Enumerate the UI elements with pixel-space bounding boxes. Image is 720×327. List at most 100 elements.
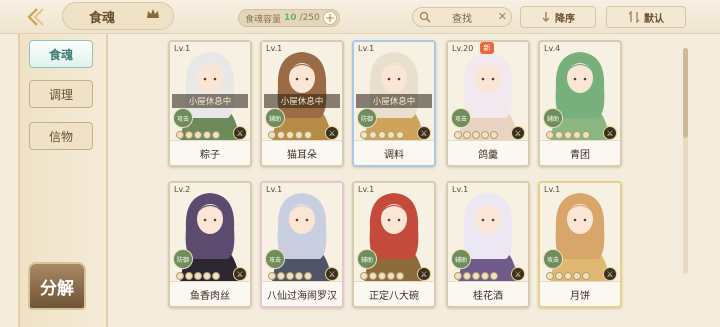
weapon-icon: ⚔ <box>233 126 247 140</box>
status-label: 小屋休息中 <box>172 94 248 108</box>
character-name: 猫耳朵 <box>262 140 342 165</box>
capacity-display: 食魂容量 10 /250 + <box>238 9 340 27</box>
weapon-icon: ⚔ <box>511 126 525 140</box>
star-icon <box>185 272 193 280</box>
star-icon <box>463 272 471 280</box>
star-icon <box>387 272 395 280</box>
role-icon: 辅助 <box>543 108 563 128</box>
card-level: Lv.1 <box>358 185 375 194</box>
default-sort-button[interactable]: 默认 <box>606 6 686 28</box>
card-level: Lv.1 <box>544 185 561 194</box>
star-icon <box>212 131 220 139</box>
status-label: 小屋休息中 <box>264 94 340 108</box>
star-icon <box>396 131 404 139</box>
character-card[interactable]: Lv.1 小屋休息中 防御 ⚔ 调料 <box>352 40 436 167</box>
star-icon <box>304 131 312 139</box>
star-icon <box>360 131 368 139</box>
star-icon <box>268 131 276 139</box>
scrollbar-thumb[interactable] <box>683 48 688 138</box>
back-button[interactable] <box>8 2 68 32</box>
tab-conditioning[interactable]: 调理 <box>29 80 93 108</box>
character-card[interactable]: Lv.4 辅助 ⚔ 青团 <box>538 40 622 167</box>
search-icon <box>419 11 431 23</box>
star-rating <box>360 272 404 280</box>
clear-icon[interactable]: ✕ <box>498 10 507 23</box>
star-icon <box>277 272 285 280</box>
star-rating <box>360 131 404 139</box>
status-label: 小屋休息中 <box>356 94 432 108</box>
character-card[interactable]: Lv.1 辅助 ⚔ 正定八大碗 <box>352 181 436 308</box>
scrollbar[interactable] <box>683 48 688 274</box>
top-bar: 食魂 食魂容量 10 /250 + 查找 ✕ 降序 默认 <box>0 0 720 34</box>
star-icon <box>268 272 276 280</box>
character-name: 八仙过海闹罗汉 <box>262 281 342 306</box>
search-box[interactable]: 查找 ✕ <box>412 7 512 27</box>
decompose-button[interactable]: 分解 <box>28 262 86 310</box>
card-level: Lv.20 <box>452 44 474 53</box>
star-rating <box>546 272 590 280</box>
role-icon: 防御 <box>173 249 193 269</box>
star-icon <box>212 272 220 280</box>
star-rating <box>454 272 498 280</box>
character-card[interactable]: Lv.2 防御 ⚔ 鱼香肉丝 <box>168 181 252 308</box>
star-icon <box>194 131 202 139</box>
star-icon <box>286 272 294 280</box>
character-name: 鱼香肉丝 <box>170 281 250 306</box>
star-icon <box>396 272 404 280</box>
star-rating <box>268 272 312 280</box>
star-icon <box>203 272 211 280</box>
weapon-icon: ⚔ <box>603 267 617 281</box>
star-icon <box>203 131 211 139</box>
star-icon <box>378 131 386 139</box>
role-icon: 防御 <box>357 108 377 128</box>
star-icon <box>387 131 395 139</box>
capacity-label: 食魂容量 <box>245 14 282 25</box>
star-icon <box>564 272 572 280</box>
weapon-icon: ⚔ <box>325 267 339 281</box>
star-rating <box>454 131 498 139</box>
role-icon: 攻击 <box>543 249 563 269</box>
character-name: 鸽羹 <box>448 140 528 165</box>
card-level: Lv.1 <box>452 185 469 194</box>
star-icon <box>582 272 590 280</box>
star-rating <box>176 272 220 280</box>
star-icon <box>555 272 563 280</box>
star-icon <box>194 272 202 280</box>
star-icon <box>555 131 563 139</box>
sort-label: 降序 <box>555 13 575 25</box>
character-card[interactable]: Lv.20 新攻击 ⚔ 鸽羹 <box>446 40 530 167</box>
star-icon <box>369 131 377 139</box>
star-rating <box>176 131 220 139</box>
weapon-icon: ⚔ <box>233 267 247 281</box>
crown-icon[interactable] <box>146 8 160 20</box>
star-icon <box>472 272 480 280</box>
star-icon <box>472 131 480 139</box>
star-rating <box>546 131 590 139</box>
star-icon <box>564 131 572 139</box>
star-icon <box>546 272 554 280</box>
weapon-icon: ⚔ <box>511 267 525 281</box>
card-level: Lv.2 <box>174 185 191 194</box>
sort-order-button[interactable]: 降序 <box>520 6 596 28</box>
character-card[interactable]: Lv.1 辅助 ⚔ 桂花酒 <box>446 181 530 308</box>
tab-tokens[interactable]: 信物 <box>29 122 93 150</box>
character-card[interactable]: Lv.1 小屋休息中 攻击 ⚔ 粽子 <box>168 40 252 167</box>
character-name: 青团 <box>540 140 620 165</box>
add-capacity-button[interactable]: + <box>323 11 337 25</box>
star-icon <box>176 272 184 280</box>
star-icon <box>481 131 489 139</box>
character-card[interactable]: Lv.1 小屋休息中 辅助 ⚔ 猫耳朵 <box>260 40 344 167</box>
capacity-total: /250 <box>299 13 320 23</box>
star-icon <box>546 131 554 139</box>
character-name: 正定八大碗 <box>354 281 434 306</box>
star-icon <box>295 131 303 139</box>
star-icon <box>582 131 590 139</box>
role-icon: 辅助 <box>265 108 285 128</box>
search-label: 查找 <box>452 13 472 25</box>
card-level: Lv.4 <box>544 44 561 53</box>
new-badge: 新 <box>480 42 494 54</box>
role-icon: 攻击 <box>173 108 193 128</box>
tab-food-soul[interactable]: 食魂 <box>29 40 93 68</box>
character-card[interactable]: Lv.1 攻击 ⚔ 月饼 <box>538 181 622 308</box>
character-card[interactable]: Lv.1 攻击 ⚔ 八仙过海闹罗汉 <box>260 181 344 308</box>
